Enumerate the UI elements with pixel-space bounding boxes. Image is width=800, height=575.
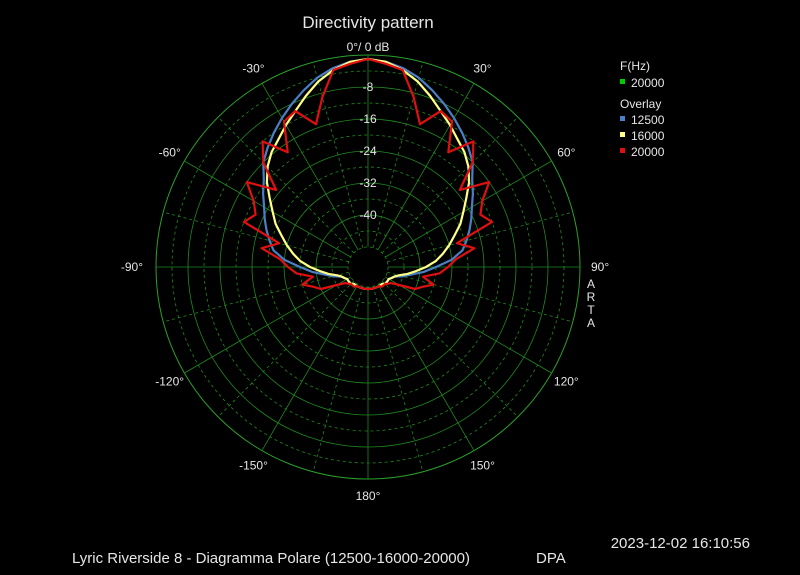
legend-swatch-12500 xyxy=(620,116,625,121)
footer-caption: Lyric Riverside 8 - Diagramma Polare (12… xyxy=(72,550,470,567)
angle-tick-label: -30° xyxy=(242,62,264,76)
legend-label-12500: 12500 xyxy=(631,113,665,127)
radius-tick-label: -24 xyxy=(359,144,377,158)
angle-tick-label: -150° xyxy=(239,458,268,472)
angle-tick-label: -120° xyxy=(155,375,184,389)
legend-freq-header: F(Hz) xyxy=(620,59,650,73)
side-label: A R T A xyxy=(587,277,596,330)
angle-tick-label: -90° xyxy=(121,260,143,274)
polar-chart: Directivity pattern 0°/ 0 dB -8 -16 -24 -32… xyxy=(72,13,750,567)
angle-tick-label: 60° xyxy=(557,146,575,160)
legend-overlay-header: Overlay xyxy=(620,97,661,111)
legend-label-20000: 20000 xyxy=(631,145,665,159)
grid-spoke xyxy=(312,286,364,472)
radius-tick-label: -32 xyxy=(359,176,377,190)
angle-tick-label: 150° xyxy=(470,458,495,472)
angle-tick-label: 180° xyxy=(356,489,381,503)
legend-label-16000: 16000 xyxy=(631,129,665,143)
legend-swatch-20000 xyxy=(620,148,625,153)
side-label-letter-1: A xyxy=(587,277,595,291)
side-label-letter-3: T xyxy=(587,303,595,317)
grid-spoke xyxy=(261,284,359,451)
timestamp: 2023-12-02 16:10:56 xyxy=(611,535,750,552)
angle-tick-label: 90° xyxy=(591,260,609,274)
angle-tick-label: 30° xyxy=(473,62,491,76)
legend-swatch-16000 xyxy=(620,132,625,137)
radius-tick-label: -40 xyxy=(359,208,377,222)
radius-tick-label: -8 xyxy=(363,80,374,94)
side-label-letter-4: A xyxy=(587,316,595,330)
angle-tick-label: -60° xyxy=(159,146,181,160)
side-label-letter-2: R xyxy=(587,290,596,304)
radius-tick-label: -16 xyxy=(359,112,377,126)
grid-spoke xyxy=(377,284,475,451)
grid-spoke xyxy=(372,62,424,248)
legend-freq-swatch xyxy=(620,79,625,84)
radius-unit-label: 0°/ 0 dB xyxy=(347,40,390,54)
grid-ring xyxy=(347,246,389,288)
axis-labels: 0°/ 0 dB -8 -16 -24 -32 -40 -30° 30° -60° 60° -90… xyxy=(121,40,610,503)
grid-spoke xyxy=(184,276,351,374)
grid-spoke xyxy=(312,62,364,248)
angle-tick-label: 120° xyxy=(554,375,579,389)
chart-title: Directivity pattern xyxy=(302,13,433,32)
legend: F(Hz) 20000 Overlay 12500 16000 20000 xyxy=(620,59,665,159)
grid-spoke xyxy=(372,286,424,472)
footer-method: DPA xyxy=(536,550,566,567)
grid-spoke xyxy=(385,276,552,374)
legend-freq-value: 20000 xyxy=(631,76,665,90)
